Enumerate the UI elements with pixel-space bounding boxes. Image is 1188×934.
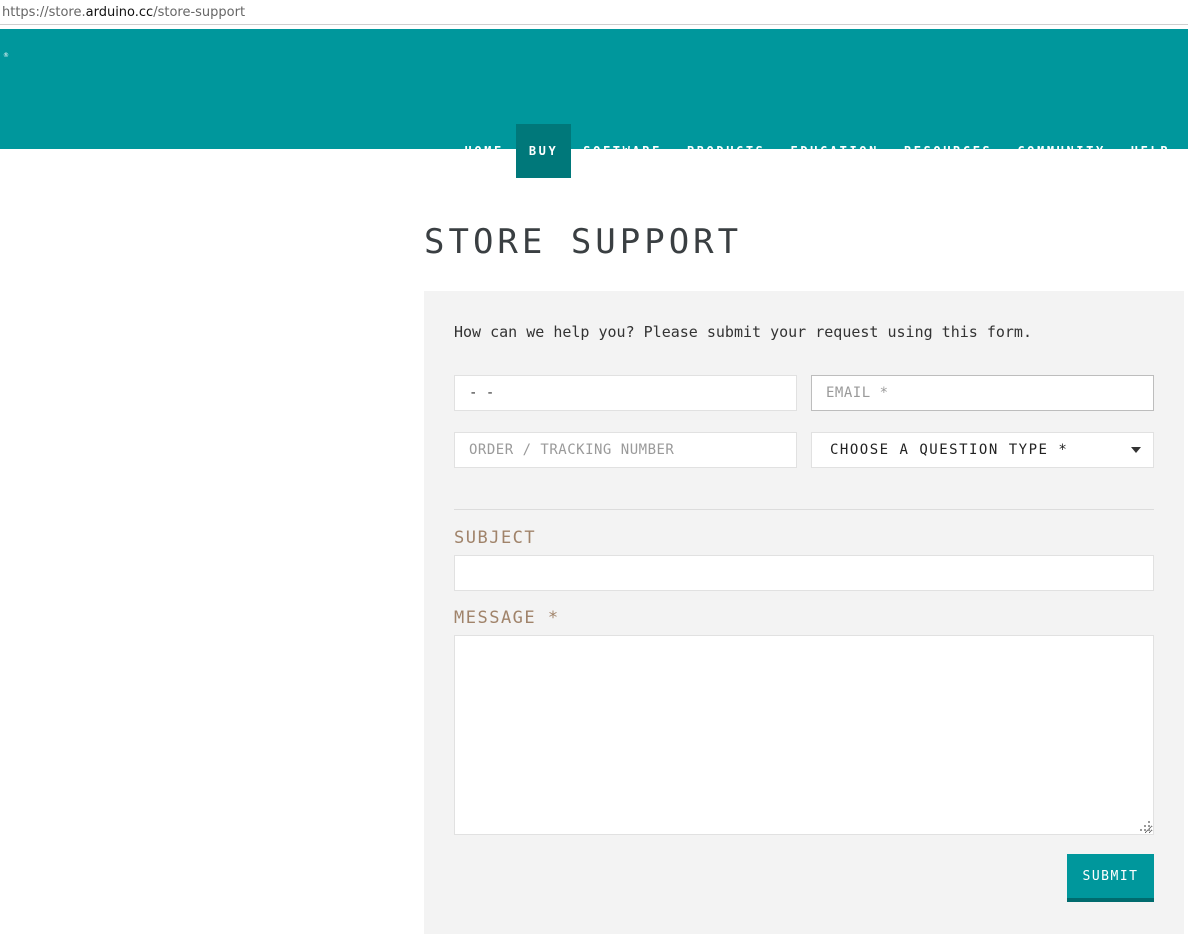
email-field[interactable]: [811, 375, 1154, 411]
site-header: ® HOME BUY SOFTWARE PRODUCTS EDUCATION R…: [0, 29, 1188, 178]
message-label: MESSAGE *: [454, 608, 560, 628]
page-title: STORE SUPPORT: [424, 222, 743, 262]
form-divider: [454, 509, 1154, 510]
nav-item-community[interactable]: COMMUNITY: [1005, 124, 1118, 178]
url-host: arduino.cc: [85, 5, 154, 20]
support-form: How can we help you? Please submit your …: [424, 291, 1184, 934]
name-field[interactable]: [454, 375, 797, 411]
browser-url-bar[interactable]: https://store.arduino.cc/store-support: [0, 0, 1188, 25]
nav-item-help[interactable]: HELP: [1118, 124, 1182, 178]
order-tracking-field[interactable]: [454, 432, 797, 468]
resize-grip-icon[interactable]: [1140, 821, 1150, 831]
nav-item-products[interactable]: PRODUCTS: [674, 124, 778, 178]
arduino-logo[interactable]: ®: [0, 51, 9, 121]
caret-down-icon: [1131, 447, 1141, 453]
nav-item-resources[interactable]: RESOURCES: [891, 124, 1004, 178]
url-path: /store-support: [153, 5, 246, 20]
url-text[interactable]: https://store.arduino.cc/store-support: [2, 5, 245, 20]
nav-item-software[interactable]: SOFTWARE: [571, 124, 675, 178]
form-intro: How can we help you? Please submit your …: [454, 323, 1032, 341]
main-nav: HOME BUY SOFTWARE PRODUCTS EDUCATION RES…: [452, 124, 1183, 178]
question-type-select[interactable]: CHOOSE A QUESTION TYPE *: [811, 432, 1154, 468]
nav-item-education[interactable]: EDUCATION: [778, 124, 891, 178]
subject-label: SUBJECT: [454, 528, 537, 548]
submit-button[interactable]: SUBMIT: [1067, 854, 1154, 902]
nav-item-home[interactable]: HOME: [452, 124, 516, 178]
message-textarea[interactable]: [454, 635, 1154, 835]
question-type-value: CHOOSE A QUESTION TYPE *: [830, 442, 1069, 458]
url-prefix: https://store.: [2, 5, 86, 20]
logo-registered-mark: ®: [3, 52, 9, 59]
subject-field[interactable]: [454, 555, 1154, 591]
nav-item-buy[interactable]: BUY: [516, 124, 571, 178]
